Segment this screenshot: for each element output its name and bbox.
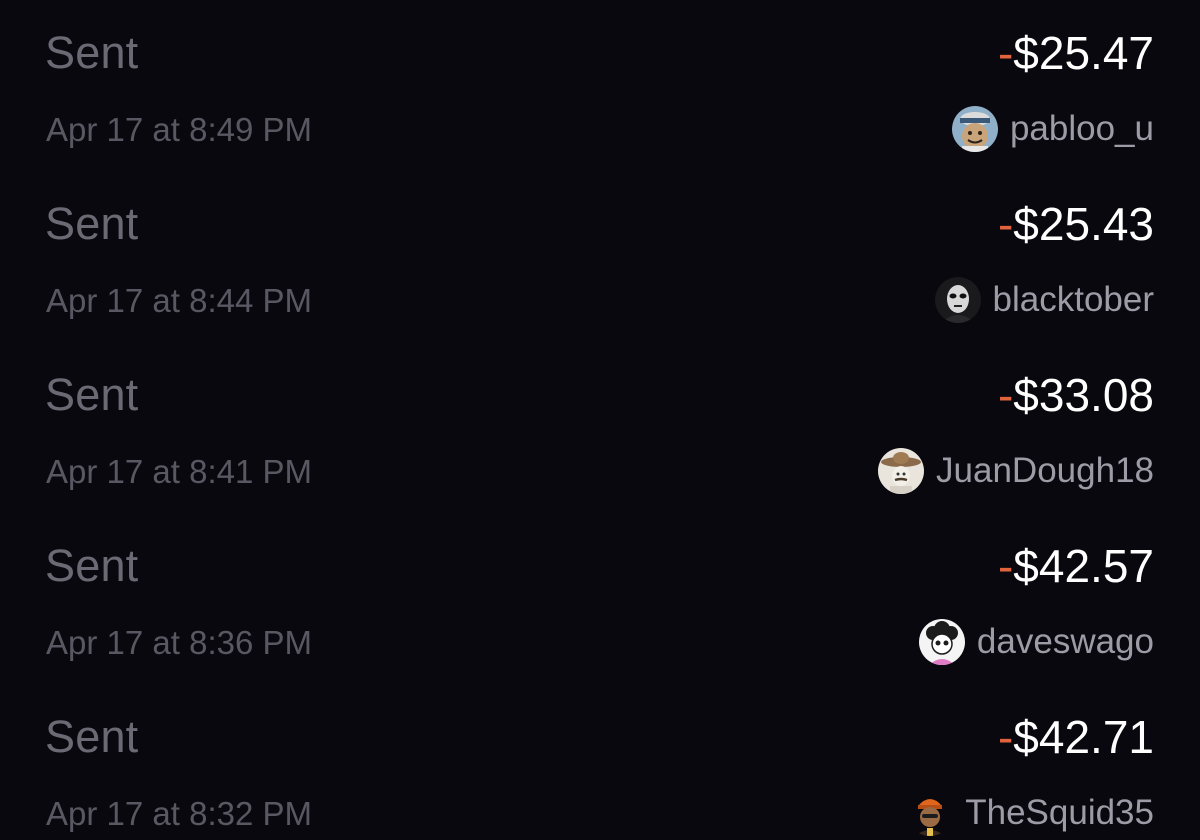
minus-sign: - (997, 711, 1014, 763)
transaction-amount: -$25.47 (998, 24, 1154, 82)
recipient[interactable]: blacktober (934, 272, 1154, 328)
transaction-type: Sent (45, 711, 139, 762)
transaction-date: Apr 17 at 8:41 PM (46, 453, 312, 490)
transaction-row[interactable]: Sent Apr 17 at 8:49 PM -$25.47 pabloo_u (0, 0, 1200, 171)
transaction-row[interactable]: Sent Apr 17 at 8:41 PM -$33.08 JuanDough… (0, 342, 1200, 513)
minus-sign: - (997, 198, 1014, 250)
transaction-type: Sent (45, 540, 139, 591)
masked-figure-avatar-icon (934, 277, 981, 323)
username: daveswago (976, 622, 1154, 661)
amount-value: $33.08 (1013, 369, 1154, 421)
transaction-row[interactable]: Sent Apr 17 at 8:32 PM -$42.71 TheSquid3… (0, 684, 1200, 840)
transaction-amount: -$33.08 (998, 366, 1154, 424)
transaction-amount: -$42.71 (998, 708, 1154, 766)
transaction-type: Sent (45, 369, 139, 420)
username: pabloo_u (1009, 109, 1154, 148)
transaction-amount: -$42.57 (998, 537, 1154, 595)
minus-sign: - (997, 540, 1014, 592)
cartoon-face-avatar-icon (951, 106, 998, 152)
amount-value: $42.71 (1013, 711, 1154, 763)
username: JuanDough18 (936, 451, 1154, 490)
amount-value: $25.43 (1013, 198, 1154, 250)
recipient[interactable]: JuanDough18 (878, 443, 1154, 499)
transaction-type: Sent (45, 198, 139, 249)
transaction-row[interactable]: Sent Apr 17 at 8:44 PM -$25.43 blacktobe… (0, 171, 1200, 342)
recipient[interactable]: daveswago (918, 614, 1154, 670)
orange-cap-cartoon-avatar-icon (907, 790, 954, 836)
username: TheSquid35 (965, 793, 1154, 832)
transaction-row[interactable]: Sent Apr 17 at 8:36 PM -$42.57 daveswago (0, 513, 1200, 684)
transaction-date: Apr 17 at 8:44 PM (46, 282, 312, 319)
recipient[interactable]: TheSquid35 (907, 785, 1154, 840)
minus-sign: - (997, 27, 1014, 79)
transaction-type: Sent (45, 27, 139, 78)
transaction-date: Apr 17 at 8:49 PM (46, 111, 312, 148)
amount-value: $42.57 (1013, 540, 1154, 592)
recipient[interactable]: pabloo_u (951, 101, 1154, 157)
curly-hair-cartoon-avatar-icon (918, 619, 965, 665)
minus-sign: - (997, 369, 1014, 421)
amount-value: $25.47 (1013, 27, 1154, 79)
username: blacktober (992, 280, 1154, 319)
transaction-date: Apr 17 at 8:32 PM (46, 795, 312, 832)
transaction-amount: -$25.43 (998, 195, 1154, 253)
transaction-list: Sent Apr 17 at 8:49 PM -$25.47 pabloo_u … (0, 0, 1200, 840)
sombrero-avatar-icon (878, 448, 925, 494)
transaction-date: Apr 17 at 8:36 PM (46, 624, 312, 661)
